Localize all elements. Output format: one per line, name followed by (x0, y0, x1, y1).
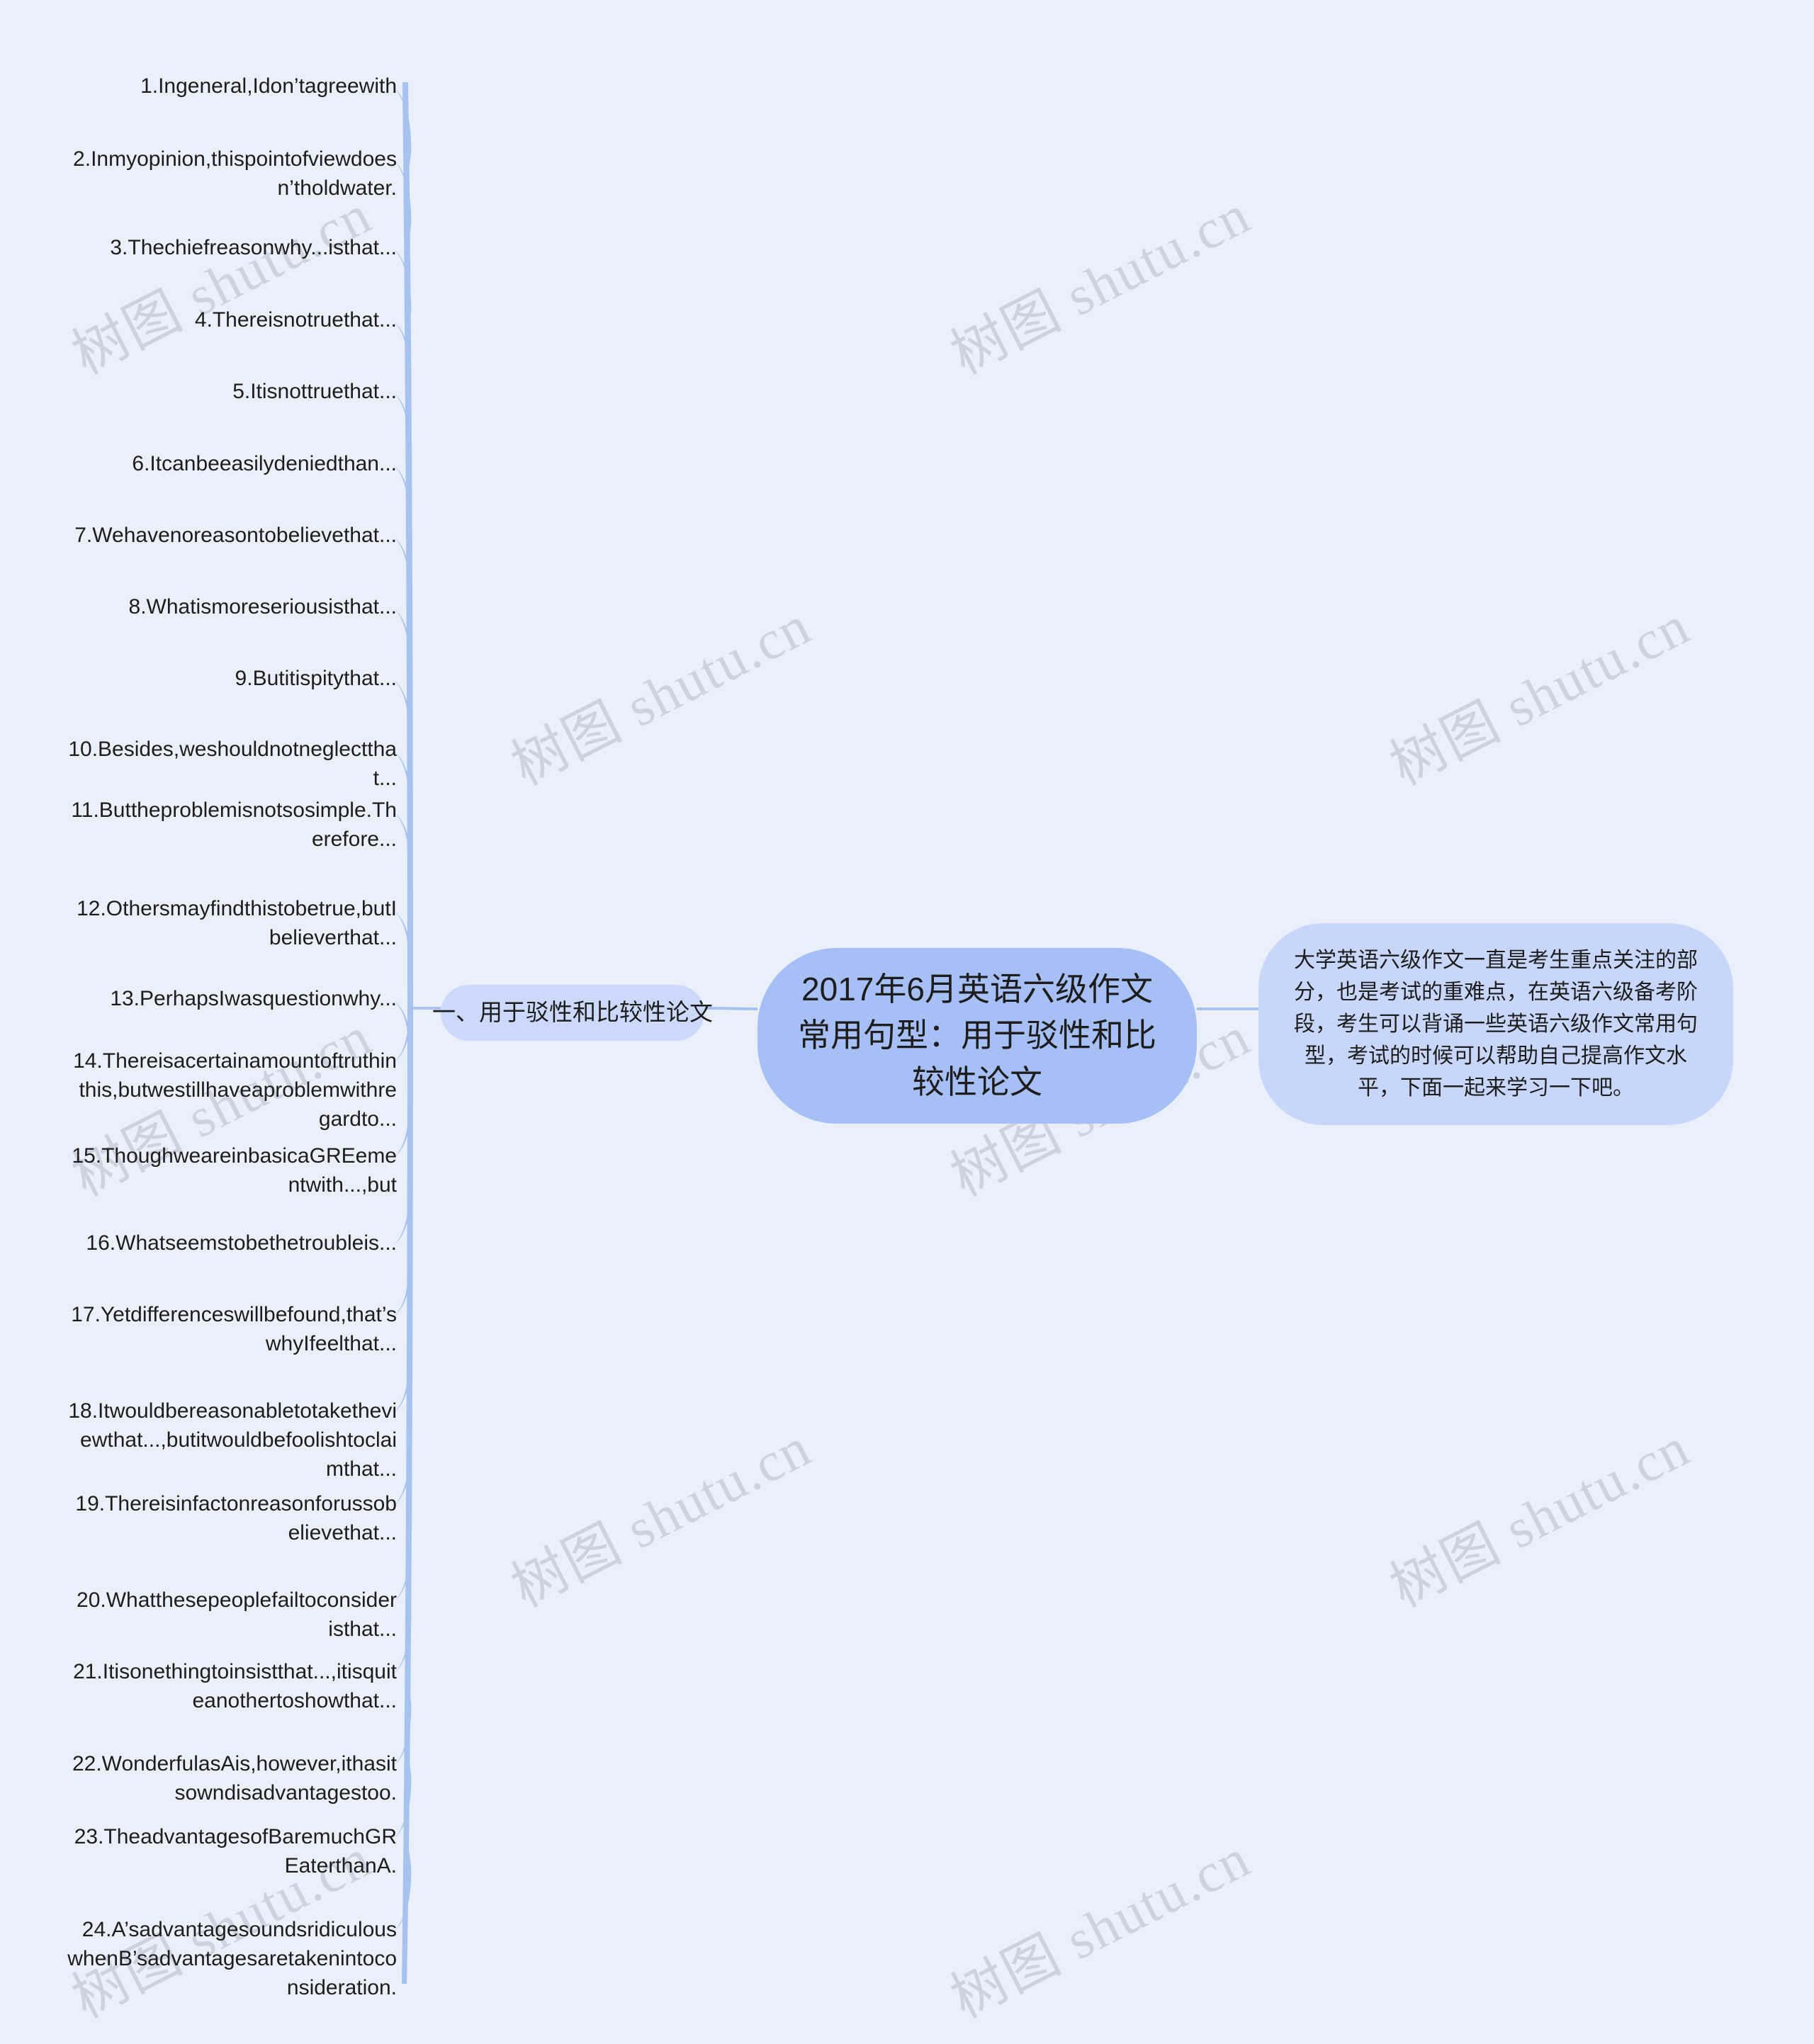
leaf-item[interactable]: 4.Thereisnotruethat... (67, 306, 397, 335)
branch-node-comparative-essays[interactable]: 一、用于驳性和比较性论文 (432, 985, 713, 1041)
leaf-item[interactable]: 2.Inmyopinion,thispointofviewdoesn’thold… (67, 145, 397, 203)
leaf-item[interactable]: 12.Othersmayfindthistobetrue,butIbelieve… (67, 895, 397, 953)
leaf-item[interactable]: 6.Itcanbeeasilydeniedthan... (67, 450, 397, 479)
leaf-item[interactable]: 22.WonderfulasAis,however,ithasitsowndis… (67, 1750, 397, 1808)
mindmap-canvas: 树图 shutu.cn 树图 shutu.cn 树图 shutu.cn 树图 shut… (0, 0, 1814, 2044)
leaf-item[interactable]: 16.Whatseemstobethetroubleis... (67, 1229, 397, 1258)
leaf-item[interactable]: 19.Thereisinfactonreasonforussobelieveth… (67, 1490, 397, 1548)
leaf-item[interactable]: 8.Whatismoreseriousisthat... (67, 593, 397, 622)
leaf-item[interactable]: 5.Itisnottruethat... (67, 378, 397, 407)
leaf-item[interactable]: 13.PerhapsIwasquestionwhy... (67, 985, 397, 1014)
leaf-item[interactable]: 7.Wehavenoreasontobelievethat... (67, 521, 397, 550)
leaf-item[interactable]: 21.Itisonethingtoinsistthat...,itisquite… (67, 1658, 397, 1716)
leaf-item[interactable]: 10.Besides,weshouldnotneglectthat... (67, 735, 397, 794)
root-node-title[interactable]: 2017年6月英语六级作文常用句型：用于驳性和比较性论文 (757, 948, 1197, 1124)
leaf-item[interactable]: 18.Itwouldbereasonabletotaketheviewthat.… (67, 1397, 397, 1484)
root-node-label: 2017年6月英语六级作文常用句型：用于驳性和比较性论文 (798, 971, 1156, 1100)
leaf-item[interactable]: 3.Thechiefreasonwhy...isthat... (67, 234, 397, 263)
leaf-item[interactable]: 24.A’sadvantagesoundsridiculouswhenB’sad… (67, 1916, 397, 2002)
leaf-item[interactable]: 15.ThoughweareinbasicaGREementwith...,bu… (67, 1142, 397, 1200)
leaf-item[interactable]: 1.Ingeneral,Idon’tagreewith (67, 72, 397, 101)
connector-curve (402, 1008, 413, 1984)
branch-node-label: 一、用于驳性和比较性论文 (432, 999, 713, 1025)
connector-curve (402, 82, 413, 1008)
note-node-description[interactable]: 大学英语六级作文一直是考生重点关注的部分，也是考试的重难点，在英语六级备考阶段，… (1258, 923, 1733, 1125)
leaf-item[interactable]: 17.Yetdifferenceswillbefound,that’swhyIf… (67, 1301, 397, 1359)
leaf-item[interactable]: 11.Buttheproblemisnotsosimple.Therefore.… (67, 796, 397, 854)
leaf-item[interactable]: 20.Whatthesepeoplefailtoconsideristhat..… (67, 1586, 397, 1644)
leaf-item[interactable]: 9.Butitispitythat... (67, 665, 397, 694)
leaf-item[interactable]: 14.Thereisacertainamountoftruthinthis,bu… (67, 1047, 397, 1134)
leaf-item[interactable]: 23.TheadvantagesofBaremuchGREaterthanA. (67, 1823, 397, 1881)
note-node-text: 大学英语六级作文一直是考生重点关注的部分，也是考试的重难点，在英语六级备考阶段，… (1294, 949, 1698, 1100)
